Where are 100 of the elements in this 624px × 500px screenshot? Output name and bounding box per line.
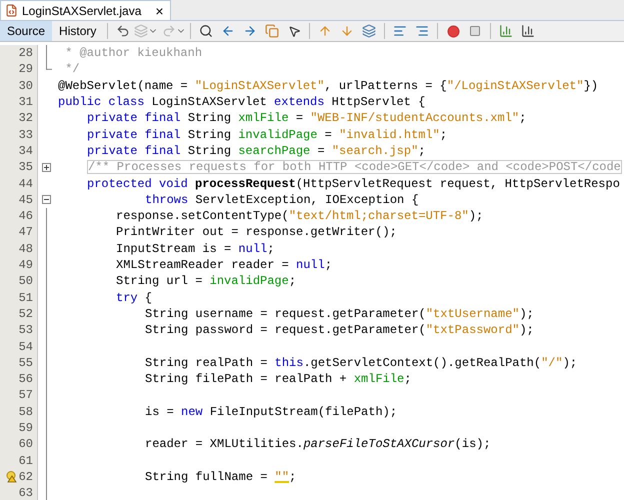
code-text: = <box>324 128 333 141</box>
code-text: response.setContentType( <box>116 210 289 222</box>
code-text: HttpServlet { <box>330 96 426 108</box>
code-text: String filePath = realPath + <box>145 373 348 386</box>
code-text: PrintWriter out = response.getWriter(); <box>116 226 397 238</box>
line-number: 30 <box>18 78 33 95</box>
string-literal: "text/html;charset=UTF-8" <box>288 210 469 222</box>
code-text: , urlPatterns = { <box>324 80 447 92</box>
line-number: 32 <box>18 110 33 128</box>
code-text: (HttpServletRequest request, HttpServletRespo <box>296 178 620 190</box>
line-number: 28 <box>18 45 33 62</box>
line-number: 31 <box>18 94 33 112</box>
string-literal: "LoginStAXServlet" <box>194 80 324 92</box>
line-number: 52 <box>18 306 33 323</box>
line-number: 45 <box>18 192 33 209</box>
code-text: @WebServlet(name = <box>58 80 189 92</box>
line-number: 34 <box>18 142 33 160</box>
code-text: ; <box>324 259 332 271</box>
line-number: 54 <box>18 338 33 356</box>
keyword-text: null <box>238 242 268 255</box>
expand-fold-icon[interactable] <box>42 162 50 172</box>
field-name: xmlFile <box>238 112 289 124</box>
code-text: = <box>316 144 326 157</box>
line-number: 51 <box>18 290 33 307</box>
code-text: LoginStAXServlet <box>150 96 268 108</box>
close-button[interactable]: × <box>153 4 166 18</box>
code-text: ; <box>288 275 296 288</box>
keyword-text: try <box>116 292 138 304</box>
string-literal: "search.jsp" <box>332 144 418 157</box>
code-text: XMLStreamReader reader = <box>116 259 290 271</box>
field-name: invalidPage <box>210 275 289 288</box>
string-literal: "/LoginStAXServlet" <box>446 80 584 92</box>
code-text: String realPath = <box>145 356 268 369</box>
code-text: ServletException, IOException { <box>194 194 419 206</box>
line-number: 60 <box>18 436 33 454</box>
code-text: is = <box>145 406 175 418</box>
keyword-text: this <box>274 356 304 369</box>
code-text: String <box>186 112 232 124</box>
string-literal: "" <box>274 470 290 483</box>
method-name: processRequest <box>195 178 296 190</box>
code-text: ; <box>519 112 526 124</box>
code-text: { <box>144 292 152 304</box>
view-tab[interactable]: History <box>52 21 104 41</box>
code-text: ); <box>519 308 534 320</box>
string-literal: "WEB-INF/studentAccounts.xml" <box>310 112 520 124</box>
line-number: 61 <box>18 452 33 470</box>
keyword-text: new <box>181 406 203 418</box>
string-literal: "txtUsername" <box>426 308 520 320</box>
keyword-text: public class <box>58 96 144 108</box>
code-text: String <box>186 144 232 157</box>
field-name: invalidPage <box>238 128 318 141</box>
code-text: (is); <box>454 438 491 450</box>
string-literal: "txtPassword" <box>426 324 520 336</box>
field-name: searchPage <box>238 144 310 157</box>
line-number: 46 <box>18 208 33 226</box>
code-text: = <box>294 112 304 124</box>
line-number: 53 <box>18 322 33 340</box>
code-text: String password = request.getParameter( <box>145 324 426 336</box>
line-number: 29 <box>18 61 33 78</box>
code-text: FileInputStream(filePath); <box>208 406 398 418</box>
field-name: xmlFile <box>354 373 404 386</box>
string-literal: "invalid.html" <box>339 128 440 141</box>
editor-tab[interactable]: LoginStAXServlet.java × <box>0 0 171 20</box>
code-text: .getServletContext().getRealPath( <box>303 356 542 369</box>
code-comment: */ <box>64 63 80 76</box>
line-number: 50 <box>18 273 33 290</box>
warning-bulb-icon[interactable] <box>6 470 17 483</box>
static-method-name: parseFileToStAXCursor <box>303 438 455 450</box>
code-text: String username = request.getParameter( <box>145 308 426 320</box>
line-number: 57 <box>18 387 33 404</box>
keyword-text: private final <box>87 144 181 157</box>
line-number: 56 <box>18 371 33 388</box>
line-number: 47 <box>18 224 33 242</box>
collapse-fold-icon[interactable] <box>42 195 50 204</box>
code-text: ; <box>289 470 296 483</box>
keyword-text: private final <box>87 128 181 141</box>
line-number: 48 <box>18 240 33 258</box>
code-text: ; <box>404 373 412 386</box>
line-number: 59 <box>18 420 33 437</box>
code-comment: * @author kieukhanh <box>64 47 202 60</box>
code-text: ); <box>468 210 484 222</box>
keyword-text: protected void <box>87 178 189 190</box>
code-text: String url = <box>116 275 204 288</box>
code-text: ; <box>440 128 448 141</box>
line-number: 44 <box>18 176 33 193</box>
line-number: 58 <box>18 404 33 421</box>
string-literal: "/" <box>541 356 563 369</box>
line-number: 35 <box>18 159 33 176</box>
code-text: }) <box>584 80 598 92</box>
line-number: 55 <box>18 354 33 372</box>
java-file-icon <box>5 4 18 17</box>
view-tab[interactable]: Source <box>0 21 52 41</box>
tab-title: LoginStAXServlet.java <box>22 2 142 20</box>
code-text: String fullName = <box>145 470 268 483</box>
keyword-text: private final <box>87 112 181 124</box>
code-text: reader = XMLUtilities. <box>145 438 304 450</box>
line-number: 62 <box>18 468 33 486</box>
keyword-text: null <box>296 259 325 271</box>
code-text: String <box>186 128 232 141</box>
keyword-text: extends <box>274 96 324 108</box>
